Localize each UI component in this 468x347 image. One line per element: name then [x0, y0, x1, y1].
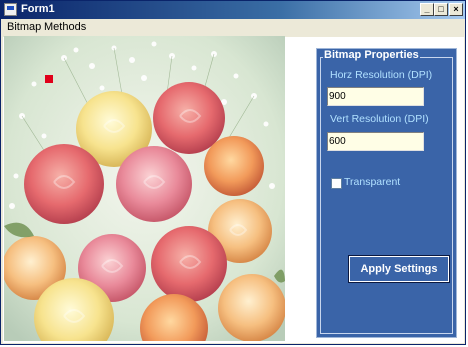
selection-marker[interactable] — [45, 75, 53, 83]
title-bar[interactable]: Form1 _ □ × — [1, 1, 465, 19]
window-title: Form1 — [21, 3, 55, 15]
menu-bar: Bitmap Methods — [1, 19, 465, 36]
menu-bitmap[interactable]: Bitmap — [7, 21, 41, 33]
group-title: Bitmap Properties — [323, 49, 420, 61]
vert-resolution-input[interactable]: 600 — [327, 132, 424, 151]
horz-resolution-label: Horz Resolution (DPI) — [330, 69, 433, 81]
close-button[interactable]: × — [449, 3, 463, 16]
minimize-button[interactable]: _ — [420, 3, 434, 16]
vert-resolution-label: Vert Resolution (DPI) — [330, 113, 429, 125]
menu-methods[interactable]: Methods — [44, 21, 86, 33]
properties-panel: Bitmap Properties Horz Resolution (DPI) … — [316, 48, 457, 338]
maximize-button[interactable]: □ — [434, 3, 448, 16]
form-icon[interactable] — [4, 3, 17, 16]
transparent-checkbox[interactable] — [331, 178, 342, 189]
horz-resolution-input[interactable]: 900 — [327, 87, 424, 106]
transparent-label[interactable]: Transparent — [344, 176, 400, 188]
apply-settings-button[interactable]: Apply Settings — [348, 255, 450, 283]
app-window: Form1 _ □ × Bitmap Methods Bitmap Proper… — [0, 0, 466, 345]
